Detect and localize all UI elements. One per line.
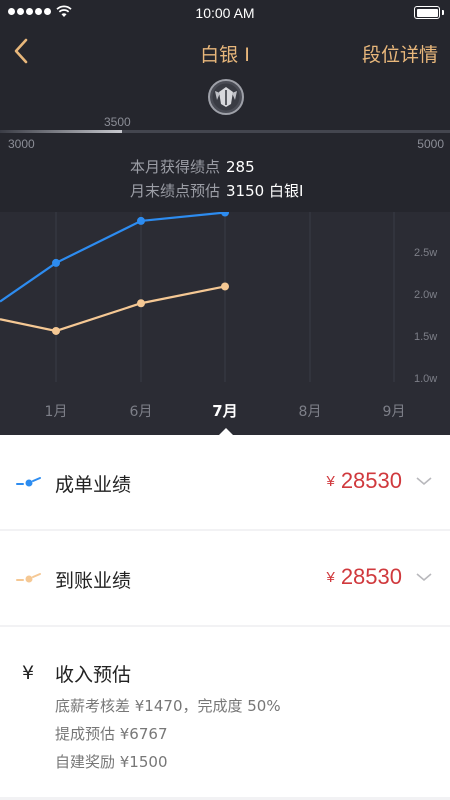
metric-value: ¥28530: [326, 564, 402, 590]
data-point: [52, 258, 60, 267]
progress-current-marker: 3500: [104, 115, 131, 129]
status-time: 10:00 AM: [195, 5, 255, 21]
blue-line-legend-icon: [16, 477, 41, 487]
month-points-label: 本月获得绩点: [130, 158, 221, 176]
data-point: [52, 326, 60, 335]
progress-max: 5000: [417, 137, 444, 151]
metric-value: ¥28530: [326, 468, 402, 494]
y-tick-label: 1.5w: [414, 331, 437, 343]
chevron-down-icon[interactable]: [416, 475, 432, 487]
selected-month-pointer: [219, 428, 233, 435]
currency-symbol: ¥: [326, 473, 335, 490]
rank-detail-link[interactable]: 段位详情: [362, 40, 438, 67]
progress-min: 3000: [8, 137, 35, 151]
data-point: [137, 216, 145, 225]
metric-amount: 28530: [340, 564, 402, 589]
header-panel: 10:00 AM 白银 I 段位详情 3500 3000 5000 本月获得绩点…: [0, 0, 450, 435]
income-line: 自建奖励 ¥1500: [55, 753, 168, 771]
series-line-orange: [0, 285, 226, 333]
month-points-row: 本月获得绩点 285: [130, 156, 255, 177]
metric-card-orders[interactable]: 成单业绩 ¥28530: [0, 435, 450, 529]
rank-emblem-icon: [208, 79, 244, 115]
battery-icon: [414, 6, 444, 19]
month-points-value: 285: [226, 158, 255, 176]
currency-symbol: ¥: [326, 569, 335, 586]
income-title: 收入预估: [55, 664, 132, 686]
chevron-down-icon[interactable]: [416, 571, 432, 583]
metric-card-received[interactable]: 到账业绩 ¥28530: [0, 531, 450, 625]
series-line-blue: [0, 212, 226, 303]
forecast-row: 月末绩点预估 3150 白银I: [130, 180, 303, 201]
forecast-value: 3150 白银I: [226, 182, 304, 200]
metric-amount: 28530: [340, 468, 402, 493]
orange-line-legend-icon: [16, 573, 41, 583]
x-tick-label: 1月: [45, 404, 68, 420]
metric-label: 成单业绩: [55, 474, 132, 496]
income-line: 底薪考核差 ¥1470，完成度 50%: [55, 697, 281, 715]
income-forecast-card: ¥ 收入预估 底薪考核差 ¥1470，完成度 50% 提成预估 ¥6767 自建…: [0, 627, 450, 797]
rank-progress-fill: [0, 130, 122, 133]
x-tick-label: 6月: [130, 404, 153, 420]
rank-progress-bar: [0, 130, 450, 133]
y-tick-label: 2.0w: [414, 289, 437, 301]
status-bar: 10:00 AM: [0, 0, 450, 26]
x-tick-label: 9月: [383, 404, 406, 420]
x-tick-label: 8月: [299, 404, 322, 420]
y-tick-label: 1.0w: [414, 373, 437, 385]
data-point: [221, 212, 229, 217]
metric-label: 到账业绩: [55, 570, 132, 592]
forecast-label: 月末绩点预估: [130, 182, 221, 200]
x-tick-label: 7月: [212, 402, 237, 420]
y-tick-label: 2.5w: [414, 247, 437, 259]
data-point: [221, 282, 229, 291]
data-point: [137, 299, 145, 308]
yen-icon: ¥: [22, 662, 35, 684]
income-line: 提成预估 ¥6767: [55, 725, 168, 743]
performance-chart[interactable]: 2.5w 2.0w 1.5w 1.0w 1月 6月 7月 8月 9月: [0, 212, 450, 435]
